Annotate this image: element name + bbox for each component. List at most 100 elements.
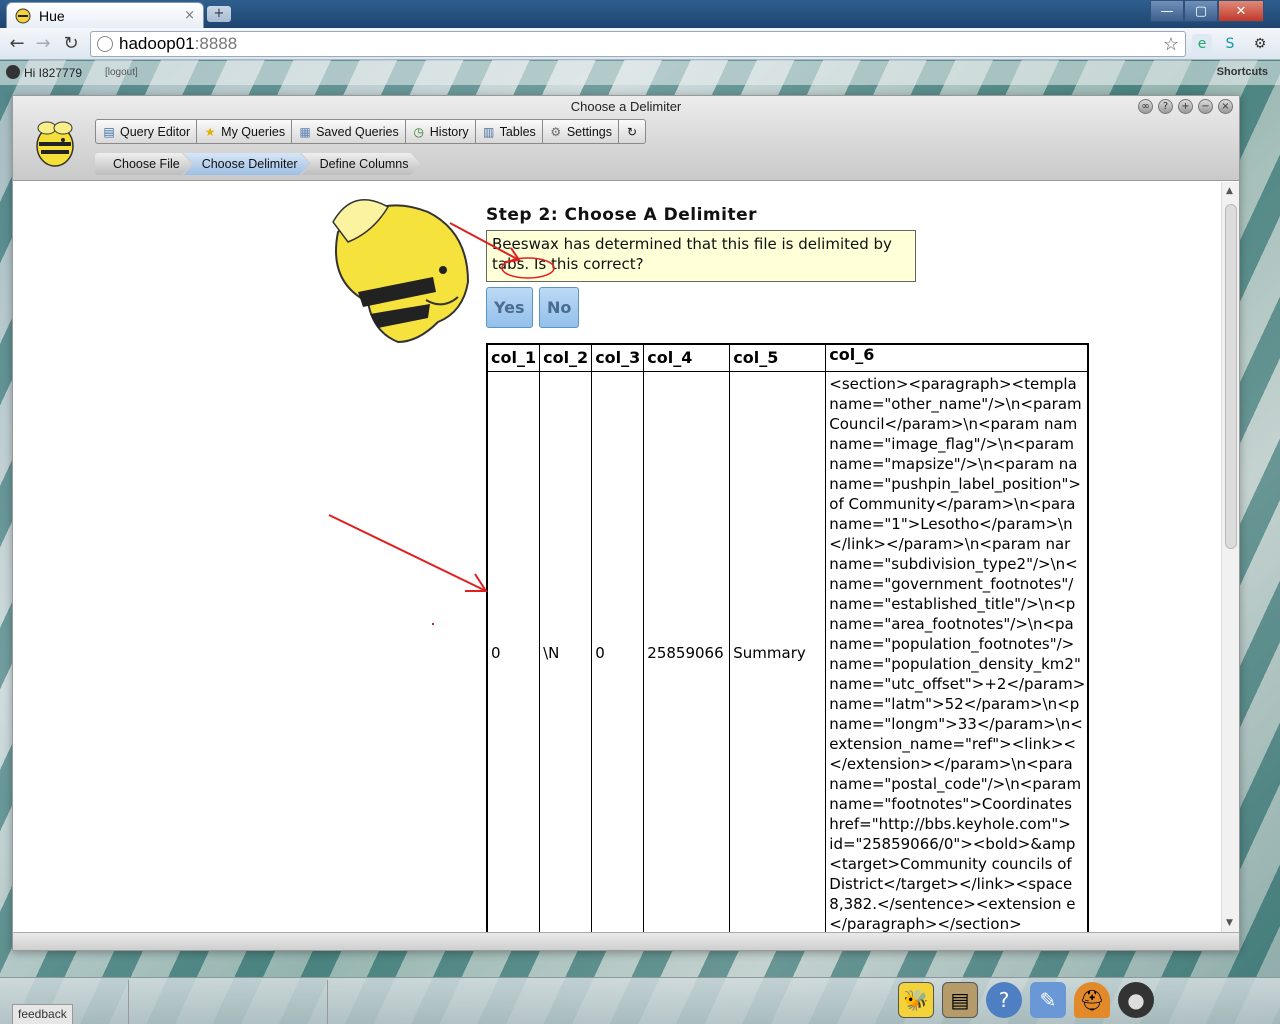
url-port: :8888 <box>194 34 238 53</box>
tab-saved-queries[interactable]: ▦ Saved Queries <box>292 119 406 144</box>
tab-label: Tables <box>499 124 536 139</box>
saved-queries-icon: ▦ <box>299 124 311 139</box>
xml-line: name="population_footnotes"/> <box>829 634 1075 653</box>
xml-line: name="government_footnotes"/ <box>829 574 1074 593</box>
hue-favicon-icon <box>15 8 31 23</box>
extension-skype-icon[interactable]: S <box>1220 34 1240 54</box>
table-cell: \N <box>539 370 593 932</box>
crumb-choose-delimiter[interactable]: Choose Delimiter <box>184 153 310 175</box>
xml-line: name="utc_offset">+2</param> <box>829 674 1086 693</box>
table-cell-xml: <section><paragraph><templa name="other_n… <box>825 370 1089 933</box>
hue-top-bar: Hi I827779 [logout] Shortcuts <box>0 61 1280 85</box>
xml-line: name="other_name"/>\n<param <box>829 394 1082 413</box>
table-cell: 0 <box>486 370 541 932</box>
xml-content: <section><paragraph><templa name="other_n… <box>829 372 1087 933</box>
column-header: col_2 <box>539 343 593 372</box>
beeswax-window: Choose a Delimiter ∞ ? + − × ▤ Query Edi… <box>12 95 1240 951</box>
beeswax-nav: ▤ Query Editor ★ My Queries ▦ Saved Quer… <box>95 119 646 144</box>
tab-label: Settings <box>566 124 612 139</box>
extension-ie-icon[interactable]: e <box>1192 34 1212 54</box>
xml-line: name="longm">33</param>\n< <box>829 714 1083 733</box>
job-browser-icon[interactable]: ⛑ <box>1074 982 1110 1018</box>
job-designer-icon[interactable]: ✎ <box>1030 982 1066 1018</box>
no-button[interactable]: No <box>539 287 580 328</box>
tab-close-icon[interactable]: × <box>184 8 195 23</box>
table-header-row: col_1 col_2 col_3 col_4 col_5 col_6 <box>486 343 1089 372</box>
query-editor-icon: ▤ <box>103 124 115 139</box>
table-cell: 0 <box>591 370 645 932</box>
column-header: col_4 <box>643 343 731 372</box>
forward-icon[interactable]: → <box>32 33 54 55</box>
xml-line: name="area_footnotes"/>\n<pa <box>829 614 1074 633</box>
close-window-button[interactable]: ✕ <box>1218 0 1264 22</box>
annotation-dot <box>432 623 434 625</box>
close-icon[interactable]: × <box>1218 99 1233 114</box>
xml-line: id="25859066/0"><bold>&amp <box>829 834 1076 853</box>
xml-line: </link></param>\n<param nar <box>829 534 1071 553</box>
refresh-button[interactable]: ↻ <box>618 119 646 144</box>
back-icon[interactable]: ← <box>6 33 28 55</box>
logout-link[interactable]: [logout] <box>105 67 138 78</box>
wizard-breadcrumb: Choose File Choose Delimiter Define Colu… <box>95 153 413 175</box>
scroll-down-icon[interactable]: ▼ <box>1226 918 1233 928</box>
maximize-button[interactable]: ▢ <box>1184 0 1218 22</box>
address-bar[interactable]: hadoop01:8888 ☆ <box>90 31 1186 57</box>
help-icon[interactable]: ? <box>1158 99 1173 114</box>
delimiter-notice: Beeswax has determined that this file is… <box>486 230 916 282</box>
preview-table: col_1 col_2 col_3 col_4 col_5 col_6 0 \N… <box>486 343 1089 932</box>
browser-tab[interactable]: Hue × <box>6 2 204 28</box>
column-header: col_6 <box>825 343 1089 372</box>
xml-line: name="pushpin_label_position"> <box>829 474 1081 493</box>
wrench-menu-icon[interactable]: ⚙ <box>1250 34 1270 54</box>
bookmark-star-icon[interactable]: ☆ <box>1163 34 1179 55</box>
scroll-up-icon[interactable]: ▲ <box>1226 186 1233 196</box>
tab-label: History <box>429 124 469 139</box>
star-icon: ★ <box>204 124 216 139</box>
xml-line: name="postal_code"/>\n<param <box>829 774 1082 793</box>
app-header: Choose a Delimiter ∞ ? + − × ▤ Query Edi… <box>13 96 1239 181</box>
feedback-button[interactable]: feedback <box>12 1004 73 1024</box>
file-browser-icon[interactable]: ▤ <box>942 982 978 1018</box>
table-row: 0 \N 0 25859066 Summary <section><paragr… <box>486 370 1089 933</box>
new-tab-button[interactable]: + <box>207 6 231 22</box>
scroll-thumb[interactable] <box>1225 204 1237 549</box>
help-app-icon[interactable]: ? <box>986 982 1022 1018</box>
tab-tables[interactable]: ▥ Tables <box>475 119 543 144</box>
xml-line: </extension></param>\n<para <box>829 754 1073 773</box>
tab-settings[interactable]: ⚙ Settings <box>542 119 619 144</box>
minimize-button[interactable]: — <box>1150 0 1184 22</box>
xml-line: </paragraph></section> <box>829 914 1022 933</box>
tab-my-queries[interactable]: ★ My Queries <box>197 119 293 144</box>
xml-line: name="subdivision_type2"/>\n< <box>829 554 1078 573</box>
xml-line: 8,382.</sentence><extension e <box>829 894 1076 913</box>
tab-history[interactable]: ◷ History <box>405 119 476 144</box>
xml-line: of Community</param>\n<para <box>829 494 1076 513</box>
reload-icon[interactable]: ↻ <box>60 33 82 55</box>
beeswax-app-icon[interactable]: 🐝 <box>898 982 934 1018</box>
xml-line: <target>Community councils of <box>829 854 1072 873</box>
xml-line: name="1">Lesotho</param>\n <box>829 514 1073 533</box>
crumb-choose-file[interactable]: Choose File <box>95 153 192 175</box>
crumb-define-columns[interactable]: Define Columns <box>302 153 421 175</box>
tab-label: Saved Queries <box>316 124 399 139</box>
user-admin-icon[interactable]: ● <box>1118 982 1154 1018</box>
tables-icon: ▥ <box>483 124 495 139</box>
step-title: Step 2: Choose A Delimiter <box>486 205 757 225</box>
app-window-buttons: ∞ ? + − × <box>1138 99 1233 114</box>
tab-query-editor[interactable]: ▤ Query Editor <box>95 119 198 144</box>
xml-line: href="http://bbs.keyhole.com"> <box>829 814 1071 833</box>
xml-line: name="mapsize"/>\n<param na <box>829 454 1078 473</box>
column-header: col_1 <box>486 343 541 372</box>
tab-label: My Queries <box>221 124 286 139</box>
shortcuts-button[interactable]: Shortcuts <box>1217 66 1268 78</box>
window-bottom-bar <box>13 932 1239 950</box>
xml-line: name="population_density_km2" <box>829 654 1081 673</box>
maximize-icon[interactable]: + <box>1178 99 1193 114</box>
vertical-scrollbar[interactable]: ▲ ▼ <box>1221 182 1239 932</box>
xml-line: Council</param>\n<param nam <box>829 414 1078 433</box>
link-icon[interactable]: ∞ <box>1138 99 1153 114</box>
minimize-icon[interactable]: − <box>1198 99 1213 114</box>
browser-toolbar: ← → ↻ hadoop01:8888 ☆ e S ⚙ <box>0 28 1280 60</box>
yes-button[interactable]: Yes <box>486 287 533 328</box>
table-cell: 25859066 <box>643 370 731 932</box>
